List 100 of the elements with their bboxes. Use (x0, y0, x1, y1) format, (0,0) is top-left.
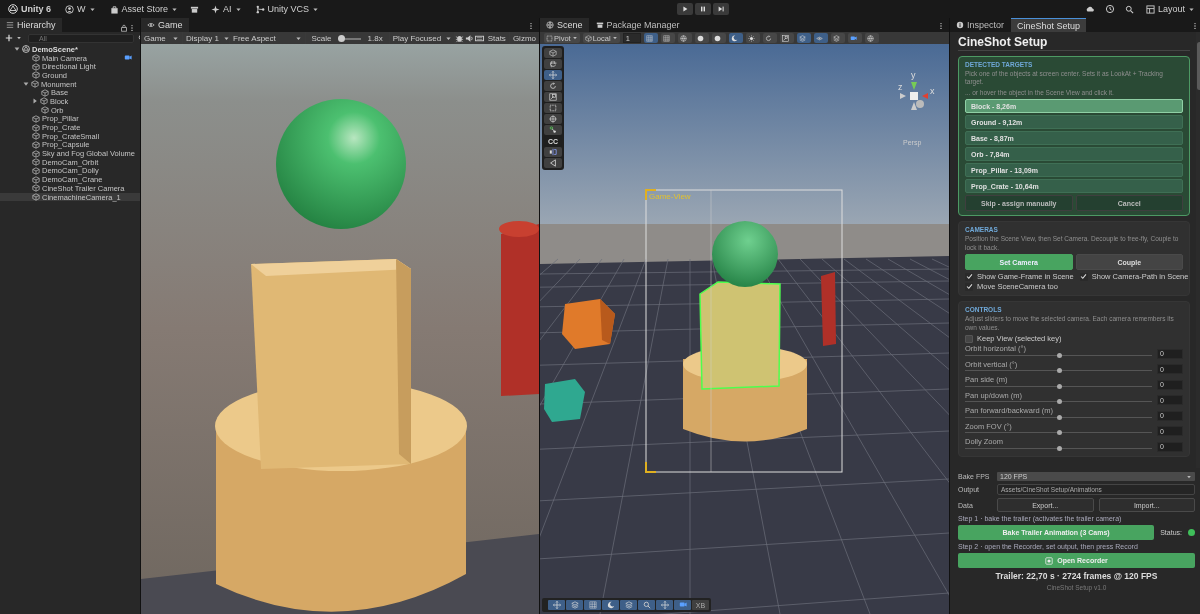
checkbox[interactable] (965, 272, 973, 281)
menu-icon[interactable] (128, 24, 136, 32)
checkbox[interactable] (965, 334, 973, 343)
slider-thumb[interactable] (1056, 368, 1062, 374)
scene-toolbar-button[interactable] (711, 33, 726, 43)
game-tab[interactable]: Game (141, 18, 189, 32)
tool-button[interactable] (544, 103, 562, 113)
axis-label: x (930, 86, 935, 96)
scene-toolbar-button[interactable] (796, 33, 811, 43)
caret-icon (294, 34, 302, 42)
caret-icon (234, 5, 242, 13)
play-icon (681, 5, 690, 13)
camera-icon (849, 34, 857, 42)
tool-button[interactable] (544, 114, 562, 124)
pause-icon (699, 5, 708, 13)
rotate-icon (764, 34, 772, 42)
speaker-icon[interactable] (464, 33, 474, 43)
split-icon (549, 148, 557, 156)
asset-store-button[interactable]: Asset Store (107, 4, 181, 14)
layout-button[interactable]: Layout (1144, 4, 1197, 14)
scene-toolbar-button[interactable] (847, 33, 862, 43)
sparkle-icon (211, 4, 221, 14)
menu-icon[interactable] (527, 22, 535, 30)
lock-icon[interactable] (120, 24, 128, 32)
account-button[interactable]: W (63, 4, 98, 14)
slider-thumb[interactable] (1056, 383, 1062, 389)
overlay-button[interactable] (674, 600, 691, 610)
collapsed-arrow-icon[interactable] (32, 98, 38, 105)
slider-thumb[interactable] (1056, 414, 1062, 420)
slider-thumb[interactable] (337, 34, 345, 42)
slider-thumb[interactable] (1056, 430, 1062, 436)
overlay-button[interactable] (584, 600, 601, 610)
scene-toolbar-button[interactable] (728, 33, 743, 43)
layers-icon (832, 34, 840, 42)
inspector-tab[interactable]: CineShot Setup (1011, 18, 1087, 32)
tool-button[interactable] (544, 125, 562, 135)
sun-icon (747, 34, 755, 42)
orientation-gizmo[interactable] (900, 82, 928, 110)
scene-toolbar-button[interactable] (694, 33, 709, 43)
hierarchy-tab[interactable]: Hierarchy (0, 18, 62, 32)
tool-button[interactable] (544, 92, 562, 102)
axis-label: z (898, 82, 903, 92)
branch-icon (255, 4, 265, 14)
nodes-icon (549, 126, 557, 134)
scene-tab[interactable]: Scene (540, 18, 589, 32)
overlay-button[interactable] (638, 600, 655, 610)
cloud-icon[interactable] (1085, 4, 1095, 14)
globe-icon (546, 21, 554, 29)
scene-icon (22, 45, 30, 54)
package-icon[interactable] (190, 4, 200, 14)
scene-toolbar-button[interactable] (677, 33, 692, 43)
scale-slider[interactable] (338, 34, 361, 42)
slider-thumb[interactable] (1056, 399, 1062, 405)
slider-thumb[interactable] (1056, 352, 1062, 358)
checkbox[interactable] (965, 282, 973, 291)
overlay-button[interactable] (656, 600, 673, 610)
moon-icon (606, 601, 615, 609)
tool-button[interactable] (544, 81, 562, 91)
menu-icon[interactable] (1191, 22, 1199, 30)
scene-toolbar-button[interactable] (779, 33, 794, 43)
eye-icon (815, 34, 823, 42)
grid-icon (662, 34, 670, 42)
scene-toolbar-button[interactable] (643, 33, 658, 43)
scene-toolbar-button[interactable] (864, 33, 879, 43)
ai-button[interactable]: AI (209, 4, 244, 14)
expanded-arrow-icon[interactable] (14, 46, 20, 53)
pause-button[interactable] (695, 3, 712, 15)
slider-thumb[interactable] (1056, 445, 1062, 451)
tool-button[interactable] (544, 48, 562, 58)
checkbox[interactable] (1079, 272, 1088, 281)
unity-menu-button[interactable]: Unity 6 (6, 4, 53, 14)
search-icon[interactable] (1125, 4, 1134, 14)
scene-toolbar-button[interactable] (830, 33, 845, 43)
scene-toolbar-button[interactable] (660, 33, 675, 43)
menu-icon[interactable] (937, 22, 945, 30)
scale-icon (781, 34, 789, 42)
overlay-button[interactable] (602, 600, 619, 610)
history-icon[interactable] (1105, 4, 1115, 14)
tool-button[interactable] (544, 147, 562, 157)
scene-toolbar-button[interactable] (762, 33, 777, 43)
step-button[interactable] (713, 3, 730, 15)
overlay-button[interactable] (566, 600, 583, 610)
info-icon (956, 21, 964, 29)
step-icon (717, 5, 726, 13)
globe-icon (866, 34, 874, 42)
play-button[interactable] (677, 3, 694, 15)
overlay-button[interactable] (548, 600, 565, 610)
expanded-arrow-icon[interactable] (23, 81, 29, 88)
frame-label: Game-View (649, 192, 691, 201)
version-control-button[interactable]: Unity VCS (253, 4, 322, 14)
tool-button[interactable] (544, 70, 562, 80)
keyboard-icon[interactable] (474, 33, 484, 43)
scene-toolbar-button[interactable] (745, 33, 760, 43)
search-icon (642, 601, 651, 609)
tool-button[interactable] (544, 158, 562, 168)
tool-button[interactable] (544, 59, 562, 69)
caret-icon (445, 34, 453, 42)
scene-toolbar-button[interactable] (813, 33, 828, 43)
overlay-button[interactable] (620, 600, 637, 610)
grid-icon (588, 601, 597, 609)
